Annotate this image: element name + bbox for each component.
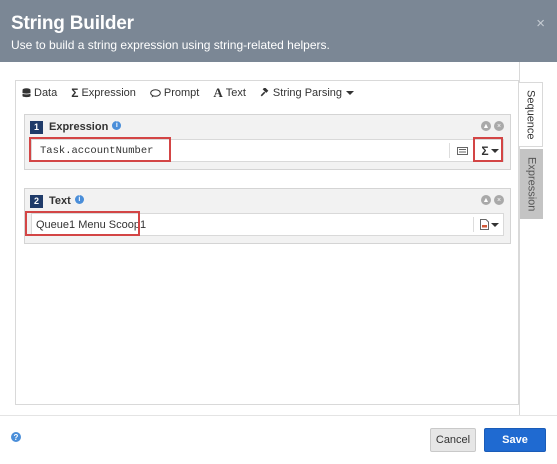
field-divider [473, 143, 474, 158]
step-label: Expression [49, 121, 109, 133]
tab-sequence[interactable]: Sequence [519, 82, 543, 147]
expression-field[interactable]: Task.accountNumber Σ [31, 139, 504, 162]
keyboard-icon [456, 146, 468, 155]
dialog-header: String Builder Use to build a string exp… [0, 0, 557, 62]
database-icon [22, 88, 31, 98]
step-header: 1 Expression i ▲ × [25, 115, 510, 139]
help-icon[interactable]: ? [11, 432, 21, 442]
speech-bubble-icon [150, 88, 161, 97]
chevron-down-icon [490, 222, 499, 227]
tab-sequence-label: Sequence [524, 89, 537, 140]
text-field[interactable]: Queue1 Menu Scoop1 [31, 213, 504, 236]
helper-toolbar: Data Σ Expression Prompt A Text String P… [16, 81, 518, 105]
text-value: Queue1 Menu Scoop1 [36, 219, 147, 231]
step-actions: ▲ × [478, 121, 504, 131]
remove-icon[interactable]: × [494, 195, 504, 205]
save-button[interactable]: Save [484, 428, 546, 452]
field-divider [473, 217, 474, 232]
expression-value: Task.accountNumber [40, 145, 154, 157]
chevron-down-icon [490, 148, 499, 153]
side-tabs: Sequence Expression [519, 62, 557, 415]
info-icon[interactable]: i [112, 120, 122, 130]
step-label: Text [49, 195, 71, 207]
text-type-dropdown[interactable] [475, 214, 503, 235]
close-icon[interactable]: × [536, 16, 545, 31]
field-divider [449, 143, 450, 158]
toolbar-data-label: Data [34, 87, 58, 99]
info-icon[interactable]: i [74, 194, 84, 204]
toolbar-text-button[interactable]: A Text [213, 85, 246, 101]
step-actions: ▲ × [478, 195, 504, 205]
toolbar-expression-label: Expression [81, 87, 136, 99]
gavel-icon [260, 88, 269, 97]
toolbar-text-label: Text [225, 87, 246, 99]
toolbar-prompt-label: Prompt [163, 87, 200, 99]
document-icon [479, 219, 489, 230]
dialog-footer: ? Cancel Save [0, 415, 557, 464]
step-number-badge: 2 [30, 194, 43, 208]
toolbar-string-parsing-dropdown[interactable]: String Parsing [260, 87, 355, 99]
remove-icon[interactable]: × [494, 121, 504, 131]
toolbar-data-button[interactable]: Data [22, 87, 57, 99]
expression-type-dropdown[interactable]: Σ [475, 140, 505, 161]
dialog-title: String Builder [11, 13, 134, 34]
text-a-icon: A [213, 85, 223, 100]
step-number-badge: 1 [30, 120, 43, 134]
tab-expression[interactable]: Expression [520, 149, 543, 219]
move-up-icon[interactable]: ▲ [481, 195, 491, 205]
tab-expression-label: Expression [525, 156, 538, 212]
sequence-step-expression: 1 Expression i ▲ × Task.accountNumber Σ [24, 114, 511, 170]
chevron-down-icon [346, 91, 355, 95]
move-up-icon[interactable]: ▲ [481, 121, 491, 131]
sequence-panel: Data Σ Expression Prompt A Text String P… [15, 80, 519, 405]
step-header: 2 Text i ▲ × [25, 189, 510, 213]
sigma-icon: Σ [481, 143, 489, 158]
toolbar-prompt-button[interactable]: Prompt [150, 87, 199, 99]
toolbar-string-parsing-label: String Parsing [272, 87, 343, 99]
sigma-icon: Σ [71, 86, 79, 100]
cancel-button[interactable]: Cancel [430, 428, 476, 452]
dialog-subtitle: Use to build a string expression using s… [11, 38, 330, 52]
sequence-step-text: 2 Text i ▲ × Queue1 Menu Scoop1 [24, 188, 511, 244]
keyboard-button[interactable] [452, 140, 472, 161]
toolbar-expression-button[interactable]: Σ Expression [71, 86, 136, 100]
